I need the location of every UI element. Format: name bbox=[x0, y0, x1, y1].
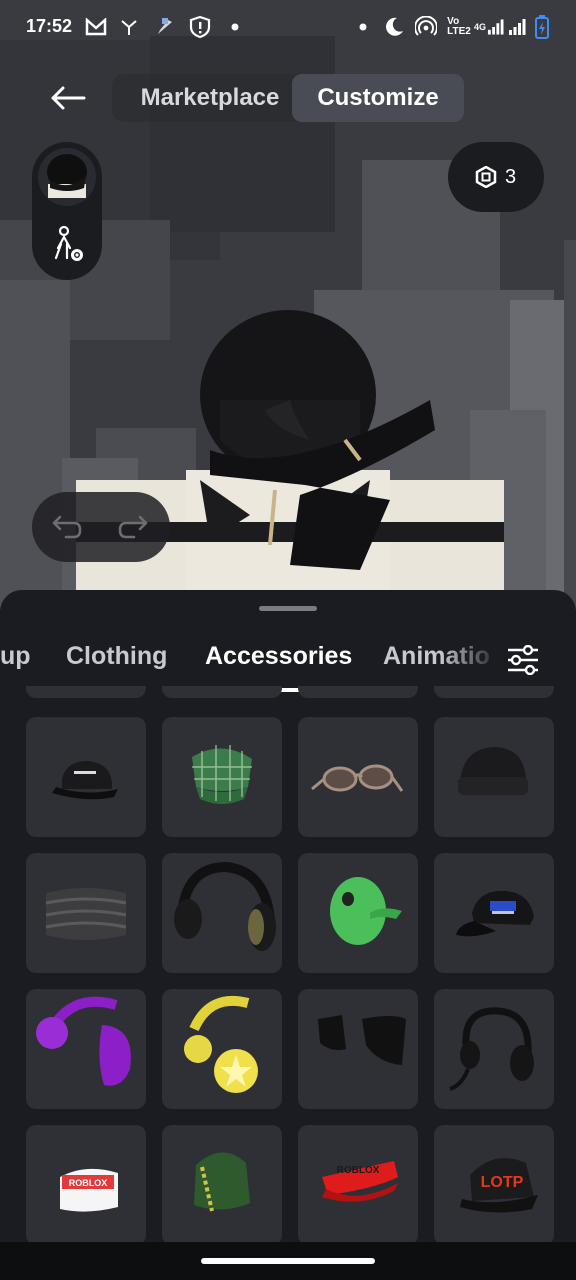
red-visor-icon: ROBLOX bbox=[322, 1161, 398, 1202]
status-bar: 17:52 Vo LTE2 4G bbox=[0, 0, 576, 56]
item-cat-ears[interactable] bbox=[298, 989, 418, 1109]
tab-customize[interactable]: Customize bbox=[292, 74, 464, 122]
tab-setup[interactable]: up bbox=[0, 642, 31, 680]
item-roblox-white-cap[interactable]: ROBLOX bbox=[26, 1125, 146, 1242]
black-cap-icon bbox=[52, 761, 118, 800]
item-yellow-star-headphones[interactable] bbox=[162, 989, 282, 1109]
avatar-controls bbox=[32, 142, 102, 280]
back-button[interactable] bbox=[44, 76, 92, 120]
redo-button[interactable] bbox=[116, 512, 150, 542]
undo-button[interactable] bbox=[50, 512, 84, 542]
volte-label: Vo LTE2 bbox=[447, 16, 471, 37]
robux-count: 3 bbox=[505, 166, 517, 188]
cat-ears-icon bbox=[318, 1015, 406, 1065]
beanie-icon bbox=[458, 747, 528, 795]
tab-marketplace[interactable]: Marketplace bbox=[122, 74, 298, 122]
signal-icon bbox=[506, 14, 528, 40]
avatar-settings-button[interactable] bbox=[50, 224, 86, 264]
item-green-plaid-cap[interactable] bbox=[162, 717, 282, 837]
item-black-headphones[interactable] bbox=[162, 853, 282, 973]
sliders-icon bbox=[508, 645, 538, 675]
white-cap-icon: ROBLOX bbox=[60, 1168, 118, 1212]
item-purple-earmuffs[interactable] bbox=[26, 989, 146, 1109]
avatar-head-icon bbox=[47, 154, 87, 198]
item-gray-scarf[interactable] bbox=[26, 853, 146, 973]
shield-alert-icon bbox=[188, 14, 212, 40]
sunglasses-icon bbox=[311, 764, 404, 792]
system-nav-bar bbox=[0, 1242, 576, 1280]
item-gaming-headset[interactable] bbox=[434, 989, 554, 1109]
network-label: 4G bbox=[474, 22, 487, 32]
avatar-head-button[interactable] bbox=[38, 148, 96, 206]
alien-head-icon bbox=[330, 877, 402, 945]
item-tile-partial bbox=[26, 686, 146, 698]
robux-balance[interactable]: 3 bbox=[448, 142, 544, 212]
scene-block bbox=[564, 240, 576, 610]
history-controls bbox=[32, 492, 170, 562]
lotp-cap-icon: LOTP bbox=[460, 1158, 538, 1213]
item-green-hood[interactable] bbox=[162, 1125, 282, 1242]
item-tile-partial bbox=[162, 686, 282, 698]
signal-4g-icon: 4G bbox=[474, 14, 504, 40]
volte-icon: Vo LTE2 bbox=[446, 14, 472, 40]
top-navigation: Marketplace Customize bbox=[0, 70, 576, 126]
item-green-alien-head[interactable] bbox=[298, 853, 418, 973]
dot-icon bbox=[358, 14, 368, 40]
hotspot-icon bbox=[414, 14, 438, 40]
filter-button[interactable] bbox=[500, 640, 546, 680]
drag-handle[interactable] bbox=[259, 606, 317, 611]
status-time: 17:52 bbox=[26, 16, 73, 36]
dot-icon bbox=[230, 14, 240, 40]
roblox-visor-text: ROBLOX bbox=[337, 1165, 380, 1176]
green-hood-icon bbox=[194, 1152, 250, 1212]
tabs-fade bbox=[440, 638, 500, 684]
item-tile-partial bbox=[298, 686, 418, 698]
item-roblox-red-visor[interactable]: ROBLOX bbox=[298, 1125, 418, 1242]
headset-icon bbox=[449, 1007, 534, 1091]
moon-icon bbox=[382, 14, 406, 40]
scarf-icon bbox=[45, 888, 127, 940]
tab-accessories[interactable]: Accessories bbox=[205, 642, 352, 680]
avatar-settings-icon bbox=[54, 225, 83, 261]
home-indicator[interactable] bbox=[201, 1258, 375, 1264]
scene-block bbox=[150, 36, 335, 232]
headphones-icon bbox=[174, 861, 276, 951]
green-plaid-cap-icon bbox=[192, 745, 252, 804]
item-round-sunglasses[interactable] bbox=[298, 717, 418, 837]
black-cap-logo-icon bbox=[456, 890, 534, 937]
roblox-cap-text: ROBLOX bbox=[69, 1178, 108, 1188]
arrow-left-icon bbox=[51, 86, 86, 110]
star-headphones-icon bbox=[184, 995, 258, 1093]
item-lotp-cap[interactable]: LOTP bbox=[434, 1125, 554, 1242]
lotp-text: LOTP bbox=[481, 1174, 524, 1191]
undo-icon bbox=[52, 515, 82, 539]
item-black-cap-logo[interactable] bbox=[434, 853, 554, 973]
item-black-beanie[interactable] bbox=[434, 717, 554, 837]
app-icon-2 bbox=[152, 14, 178, 40]
app-icon bbox=[118, 14, 140, 40]
tab-clothing[interactable]: Clothing bbox=[66, 642, 167, 680]
earmuffs-icon bbox=[36, 996, 131, 1086]
item-tile-partial bbox=[434, 686, 554, 698]
top-tabs: Marketplace Customize bbox=[112, 74, 464, 122]
customize-panel: up Clothing Accessories Animatio ROBLOX … bbox=[0, 590, 576, 1242]
item-black-roblox-cap[interactable] bbox=[26, 717, 146, 837]
robux-icon bbox=[475, 166, 497, 188]
redo-icon bbox=[118, 515, 148, 539]
gmail-icon bbox=[84, 14, 108, 40]
battery-charging-icon bbox=[534, 14, 550, 40]
